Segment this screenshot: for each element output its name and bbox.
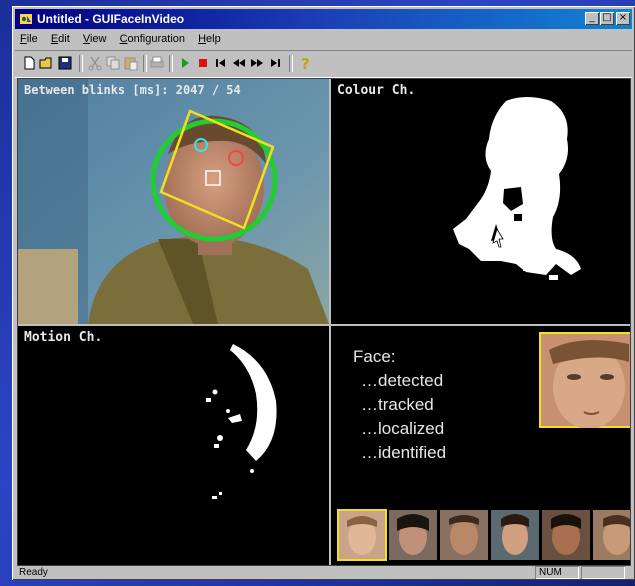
toolbar-separator <box>289 55 293 72</box>
status-indicator-empty <box>581 566 625 579</box>
menu-view[interactable]: View <box>78 31 112 45</box>
play-icon[interactable] <box>177 55 193 71</box>
video-pane: Between blinks [ms]: 2047 / 54 <box>18 79 329 324</box>
paste-icon[interactable] <box>123 55 139 71</box>
print-icon[interactable] <box>149 55 165 71</box>
gallery-face-3[interactable] <box>440 510 488 560</box>
skip-end-icon[interactable] <box>267 55 283 71</box>
gallery-face-2[interactable] <box>389 510 437 560</box>
rewind-icon[interactable] <box>231 55 247 71</box>
title-bar[interactable]: Untitled - GUIFaceInVideo _ □ × <box>15 9 632 29</box>
face-status-identified: …identified <box>361 443 447 462</box>
face-result-pane: Face: …detected …tracked …localized …ide… <box>331 326 630 565</box>
gallery-face-4[interactable] <box>491 510 539 560</box>
menu-file[interactable]: File <box>15 31 43 45</box>
motion-channel-label: Motion Ch. <box>24 330 103 345</box>
app-window: Untitled - GUIFaceInVideo _ □ × File Edi… <box>12 6 635 580</box>
app-icon <box>20 14 32 24</box>
video-panes: Between blinks [ms]: 2047 / 54 Colour Ch… <box>17 78 631 566</box>
face-status-detected: …detected <box>361 371 444 390</box>
motion-channel-pane: Motion Ch. <box>18 326 329 565</box>
blink-interval-readout: Between blinks [ms]: 2047 / 54 <box>24 83 241 97</box>
face-status-tracked: …tracked <box>361 395 434 414</box>
face-heading: Face: <box>353 347 396 366</box>
colour-channel-pane: Colour Ch. <box>331 79 630 324</box>
camera-frame <box>18 79 329 324</box>
window-title: Untitled - GUIFaceInVideo <box>37 12 185 26</box>
close-icon[interactable]: × <box>616 12 630 25</box>
skip-start-icon[interactable] <box>213 55 229 71</box>
colour-mask-image <box>331 79 630 324</box>
gallery-face-6[interactable] <box>593 510 630 560</box>
toolbar-separator <box>169 55 173 72</box>
minimize-icon[interactable]: _ <box>585 12 599 25</box>
stop-icon[interactable] <box>195 55 211 71</box>
toolbar-separator <box>79 55 83 72</box>
help-icon[interactable]: ? <box>297 55 313 71</box>
colour-channel-label: Colour Ch. <box>337 83 416 98</box>
svg-text:?: ? <box>301 55 310 71</box>
menu-help[interactable]: Help <box>193 31 226 45</box>
face-gallery <box>337 509 630 561</box>
motion-mask-image <box>18 326 329 565</box>
face-status-localized: …localized <box>361 419 445 438</box>
maximize-icon[interactable]: □ <box>600 12 614 25</box>
detected-face-image <box>539 332 630 428</box>
toolbar: ? <box>15 50 632 78</box>
save-icon[interactable] <box>57 55 73 71</box>
open-folder-icon[interactable] <box>39 55 55 71</box>
menu-configuration[interactable]: Configuration <box>115 31 190 45</box>
gallery-face-5[interactable] <box>542 510 590 560</box>
cut-icon[interactable] <box>87 55 103 71</box>
fast-forward-icon[interactable] <box>249 55 265 71</box>
toolbar-separator <box>143 55 147 72</box>
new-file-icon[interactable] <box>21 55 37 71</box>
status-bar: Ready NUM <box>15 566 632 580</box>
menu-edit[interactable]: Edit <box>46 31 75 45</box>
num-lock-indicator: NUM <box>535 566 579 579</box>
copy-icon[interactable] <box>105 55 121 71</box>
status-text: Ready <box>19 567 48 578</box>
gallery-face-1[interactable] <box>337 509 387 561</box>
menu-bar: File Edit View Configuration Help <box>15 31 632 49</box>
